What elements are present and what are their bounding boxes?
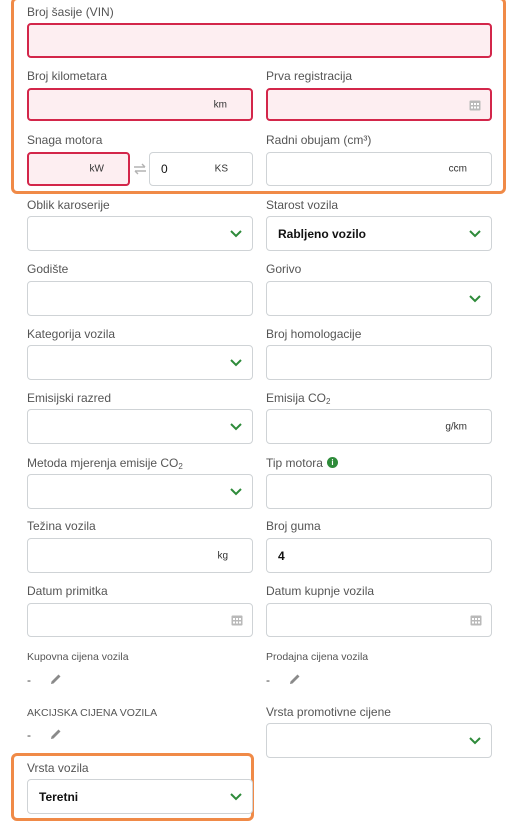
purchase-price-label: Kupovna cijena vozila: [27, 651, 129, 663]
sale-price-value: -: [266, 673, 270, 687]
homologation-label: Broj homologacije: [266, 327, 362, 341]
displacement-label: Radni obujam (cm³): [266, 133, 372, 147]
year-label: Godište: [27, 262, 69, 276]
swap-icon: [134, 163, 146, 175]
co2-method-label: Metoda mjerenja emisije CO2: [27, 456, 183, 471]
fuel-label: Gorivo: [266, 262, 302, 276]
ccm-unit: ccm: [448, 163, 467, 175]
chevron-down-icon: [230, 229, 242, 237]
category-label: Kategorija vozila: [27, 327, 116, 341]
emission-class-select[interactable]: [27, 409, 253, 444]
purchase-price-value: -: [27, 673, 31, 687]
engine-type-input[interactable]: [266, 474, 492, 509]
homologation-input[interactable]: [266, 345, 492, 380]
tyres-value: 4: [278, 548, 285, 563]
sale-price-label: Prodajna cijena vozila: [266, 651, 369, 663]
engine-power-kw-input[interactable]: kW: [27, 152, 130, 186]
chevron-down-icon: [469, 294, 481, 302]
vehicle-type-label: Vrsta vozila: [27, 761, 89, 775]
kw-unit: kW: [89, 163, 104, 175]
calendar-icon[interactable]: [470, 614, 482, 626]
pencil-icon[interactable]: [289, 673, 301, 685]
co2-emission-input[interactable]: g/km: [266, 409, 492, 444]
chevron-down-icon: [469, 229, 481, 237]
pencil-icon[interactable]: [50, 673, 62, 685]
displacement-input[interactable]: ccm: [266, 152, 492, 186]
engine-power-label: Snaga motora: [27, 133, 103, 147]
promo-price-value: -: [27, 728, 31, 742]
weight-label: Težina vozila: [27, 519, 96, 533]
vehicle-type-select[interactable]: Teretni: [27, 779, 253, 814]
body-shape-label: Oblik karoserije: [27, 198, 110, 212]
tyres-label: Broj guma: [266, 519, 321, 533]
first-registration-input[interactable]: [266, 88, 492, 121]
ks-value: 0: [161, 162, 168, 176]
year-input[interactable]: [27, 281, 253, 316]
fuel-select[interactable]: [266, 281, 492, 316]
purchase-date-input[interactable]: [266, 603, 492, 637]
engine-power-ks-input[interactable]: 0 KS: [149, 152, 253, 186]
promo-price-label: AKCIJSKA CIJENA VOZILA: [27, 707, 158, 719]
vehicle-age-label: Starost vozila: [266, 198, 339, 212]
chevron-down-icon: [230, 487, 242, 495]
g-km-unit: g/km: [445, 421, 467, 432]
vin-label: Broj šasije (VIN): [27, 5, 114, 19]
co2-method-select[interactable]: [27, 474, 253, 509]
calendar-icon[interactable]: [469, 99, 481, 111]
category-select[interactable]: [27, 345, 253, 380]
chevron-down-icon: [230, 792, 242, 800]
vehicle-age-select[interactable]: Rabljeno vozilo: [266, 216, 492, 251]
km-input[interactable]: km: [27, 88, 253, 121]
chevron-down-icon: [230, 422, 242, 430]
receipt-date-label: Datum primitka: [27, 584, 108, 598]
km-label: Broj kilometara: [27, 69, 108, 83]
km-unit: km: [213, 99, 227, 110]
tyres-input[interactable]: 4: [266, 538, 492, 573]
calendar-icon[interactable]: [231, 614, 243, 626]
vehicle-type-value: Teretni: [39, 789, 79, 804]
vin-input[interactable]: [27, 23, 492, 58]
purchase-date-label: Datum kupnje vozila: [266, 584, 375, 598]
promo-type-label: Vrsta promotivne cijene: [266, 705, 391, 719]
kg-unit: kg: [217, 550, 228, 561]
pencil-icon[interactable]: [50, 728, 62, 740]
receipt-date-input[interactable]: [27, 603, 253, 637]
promo-type-select[interactable]: [266, 723, 492, 758]
emission-class-label: Emisijski razred: [27, 391, 112, 405]
weight-input[interactable]: kg: [27, 538, 253, 573]
first-registration-label: Prva registracija: [266, 69, 353, 83]
engine-type-label: Tip motora: [266, 456, 323, 470]
ks-unit: KS: [214, 163, 228, 175]
vehicle-age-value: Rabljeno vozilo: [278, 226, 367, 241]
body-shape-select[interactable]: [27, 216, 253, 251]
co2-emission-label: Emisija CO2: [266, 391, 331, 406]
chevron-down-icon: [230, 358, 242, 366]
chevron-down-icon: [469, 736, 481, 744]
info-icon[interactable]: i: [327, 457, 338, 468]
